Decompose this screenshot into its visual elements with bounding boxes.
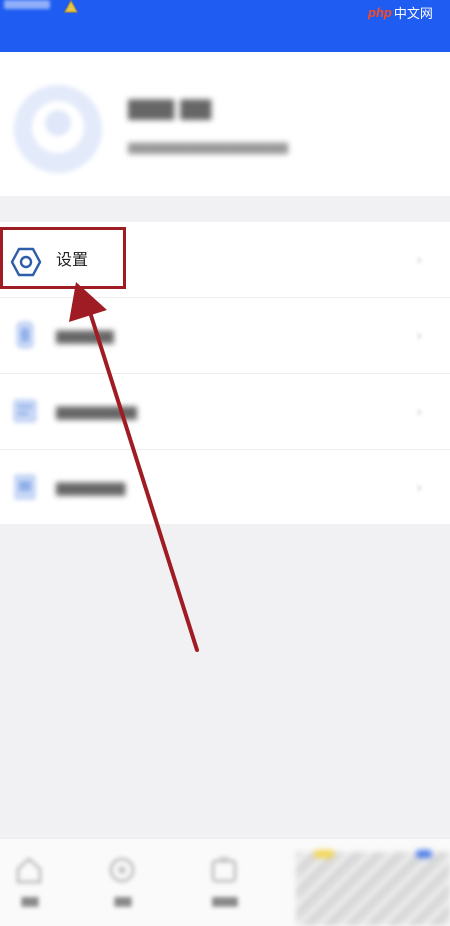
menu-item-records-label-blurred: ▆▆▆▆▆▆▆ — [56, 402, 137, 420]
obscured-tab-icon — [416, 850, 432, 858]
feedback-icon — [14, 474, 36, 500]
chevron-right-icon: › — [416, 478, 423, 497]
chevron-right-icon: › — [416, 402, 423, 421]
tab-home-label-blurred: ▆▆ — [21, 894, 39, 907]
menu-item-records[interactable]: ▆▆▆▆▆▆▆ › — [0, 374, 450, 450]
notification-icon — [64, 0, 78, 13]
profile-header[interactable]: ▇▇▇ ▇▇ ▆▆▆▆▆▆▆▆▆▆▆▆▆▆▆▆ — [0, 52, 450, 196]
status-time — [4, 0, 50, 9]
login-subtitle-blurred: ▆▆▆▆▆▆▆▆▆▆▆▆▆▆▆▆ — [128, 140, 288, 155]
home-icon — [16, 857, 42, 884]
login-register-title-blurred[interactable]: ▇▇▇ ▇▇ — [128, 94, 246, 122]
tab-study[interactable]: ▆▆▆ — [195, 849, 255, 919]
watermark-site: 中文网 — [393, 6, 433, 22]
highlight-box — [0, 227, 126, 289]
menu-item-downloads[interactable]: ▆▆▆▆▆ › — [0, 298, 450, 374]
chevron-right-icon: › — [416, 250, 423, 269]
menu-item-downloads-label-blurred: ▆▆▆▆▆ — [56, 326, 114, 344]
watermark: php 中文网 — [368, 3, 433, 22]
chevron-right-icon: › — [416, 326, 423, 345]
tab-discover-label-blurred: ▆▆ — [114, 894, 132, 907]
download-icon — [16, 321, 34, 349]
user-avatar-icon[interactable] — [14, 85, 102, 173]
records-icon — [13, 399, 37, 423]
watermark-php: php — [368, 4, 392, 20]
menu-item-feedback-label-blurred: ▆▆▆▆▆▆ — [56, 478, 126, 496]
discover-icon — [109, 857, 135, 883]
obscured-tab-area — [296, 850, 450, 926]
tab-home[interactable]: ▆▆ — [0, 849, 60, 919]
tab-discover[interactable]: ▆▆ — [93, 849, 153, 919]
menu-item-feedback[interactable]: ▆▆▆▆▆▆ › — [0, 450, 450, 526]
obscured-tab-icon — [314, 850, 334, 858]
study-icon — [211, 857, 237, 883]
tab-study-label-blurred: ▆▆▆ — [212, 894, 238, 907]
